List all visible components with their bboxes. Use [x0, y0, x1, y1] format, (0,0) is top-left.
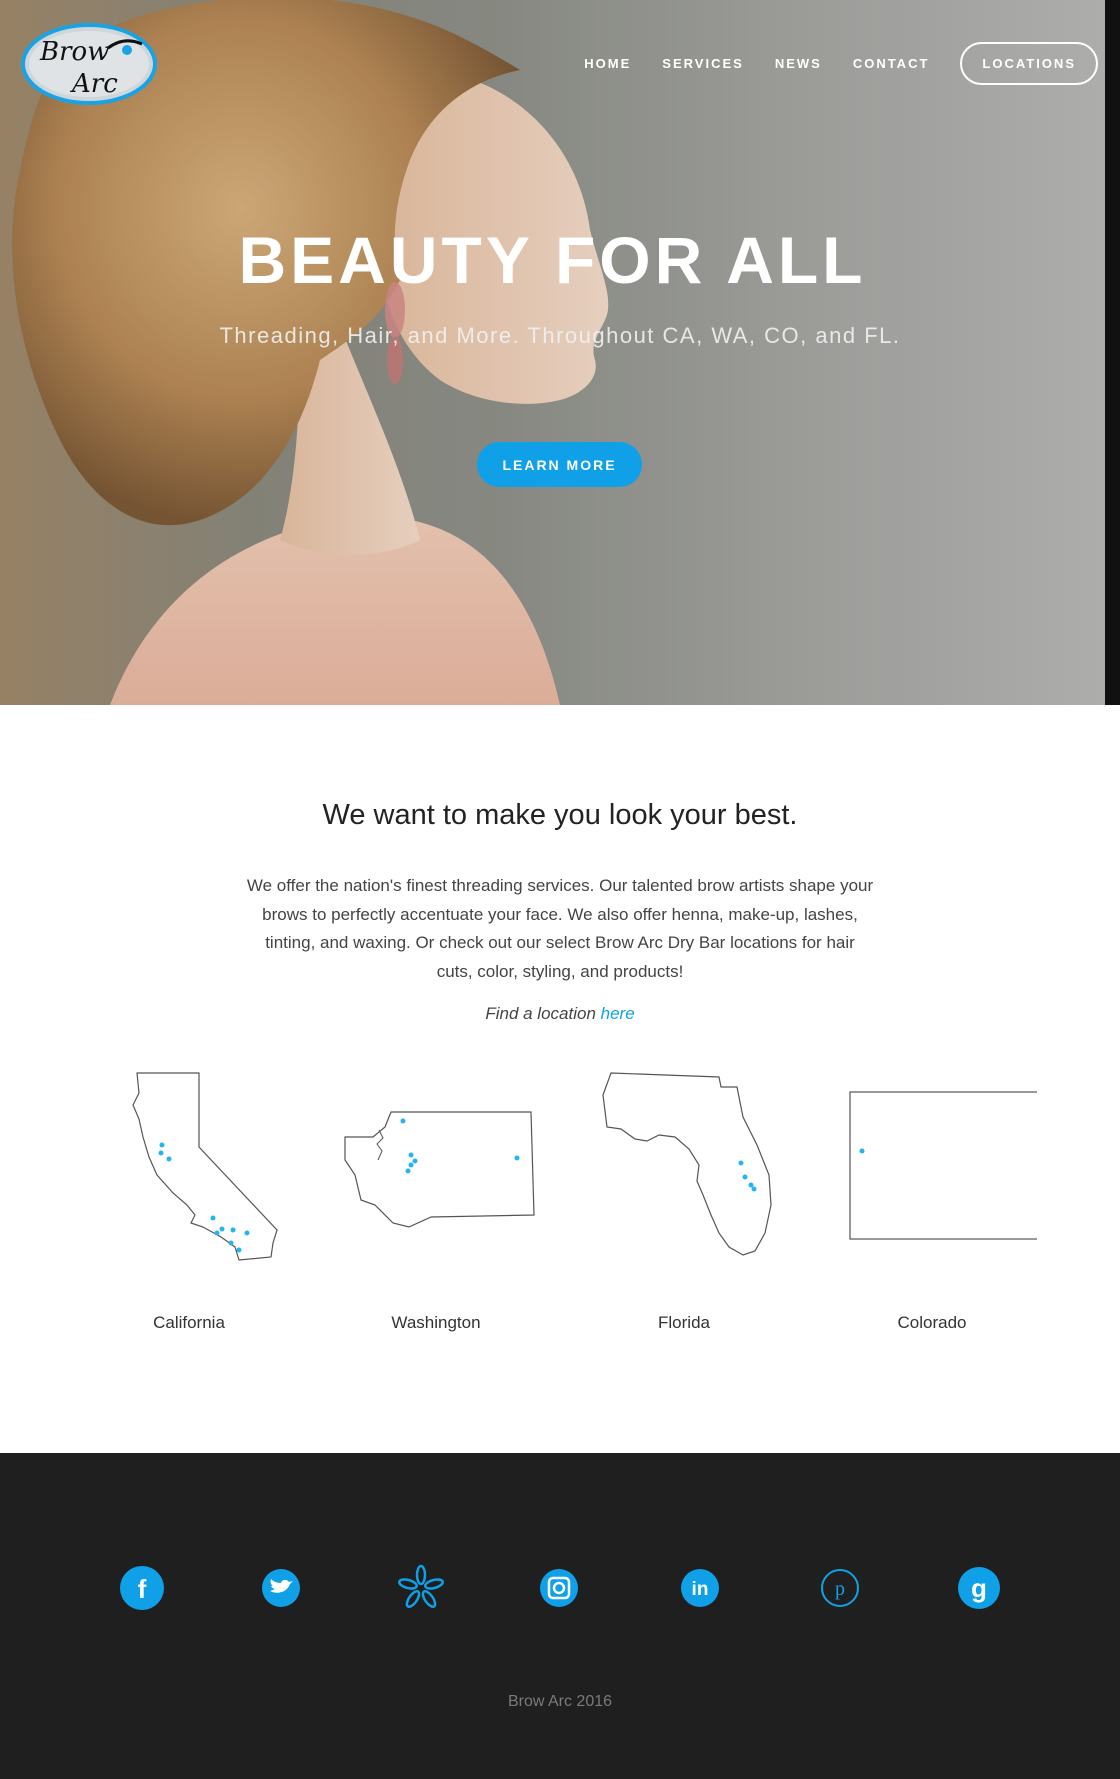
nav-news[interactable]: NEWS	[775, 56, 822, 71]
twitter-icon[interactable]	[256, 1563, 306, 1613]
state-label-florida: Florida	[658, 1313, 710, 1332]
intro-heading: We want to make you look your best.	[322, 799, 798, 831]
hero-background-image	[0, 0, 1105, 705]
california-map-icon	[132, 1072, 278, 1261]
linkedin-icon[interactable]: in	[675, 1563, 725, 1613]
hero-section: Brow Arc HOME SERVICES NEWS CONTACT LOCA…	[0, 0, 1120, 705]
google-icon[interactable]: g	[954, 1563, 1004, 1613]
svg-text:Arc: Arc	[70, 69, 118, 99]
colorado-map-icon	[849, 1091, 1037, 1240]
state-label-california: California	[153, 1313, 225, 1332]
svg-text:in: in	[692, 1579, 709, 1600]
washington-map-icon	[344, 1111, 535, 1228]
state-label-washington: Washington	[391, 1313, 481, 1332]
state-washington[interactable]: Washington	[312, 1065, 560, 1332]
footer: f in p g Brow Arc 2016	[0, 1453, 1120, 1779]
scrollbar[interactable]	[1105, 0, 1120, 705]
pinterest-icon[interactable]: p	[815, 1563, 865, 1613]
nav-contact[interactable]: CONTACT	[853, 56, 930, 71]
find-location-text: Find a location	[485, 1004, 601, 1023]
locations-button[interactable]: LOCATIONS	[960, 42, 1098, 85]
hero-title: BEAUTY FOR ALL	[238, 223, 867, 297]
hero-subtitle: Threading, Hair, and More. Throughout CA…	[219, 323, 901, 348]
state-florida[interactable]: Florida	[560, 1065, 808, 1332]
brow-arc-logo[interactable]: Brow Arc	[20, 22, 158, 106]
main-nav: HOME SERVICES NEWS CONTACT LOCATIONS	[584, 42, 1098, 85]
find-location-link[interactable]: here	[601, 1004, 635, 1023]
florida-map-icon	[602, 1072, 772, 1256]
state-colorado[interactable]: Colorado	[808, 1065, 1056, 1332]
intro-body: We offer the nation's finest threading s…	[246, 876, 874, 981]
state-california[interactable]: California	[65, 1065, 313, 1332]
copyright-text: Brow Arc 2016	[507, 1693, 613, 1710]
facebook-icon[interactable]: f	[117, 1563, 167, 1613]
nav-services[interactable]: SERVICES	[662, 56, 744, 71]
svg-text:g: g	[971, 1573, 987, 1603]
intro-section: We want to make you look your best. We o…	[0, 705, 1120, 1453]
state-label-colorado: Colorado	[897, 1313, 967, 1332]
nav-home[interactable]: HOME	[584, 56, 631, 71]
svg-text:Brow: Brow	[39, 37, 109, 67]
instagram-icon[interactable]	[534, 1563, 584, 1613]
find-location-line: Find a location here	[0, 1004, 1120, 1024]
yelp-icon[interactable]	[396, 1563, 446, 1613]
svg-text:f: f	[138, 1574, 147, 1604]
learn-more-button[interactable]: LEARN MORE	[477, 442, 642, 487]
svg-text:p: p	[835, 1578, 845, 1600]
